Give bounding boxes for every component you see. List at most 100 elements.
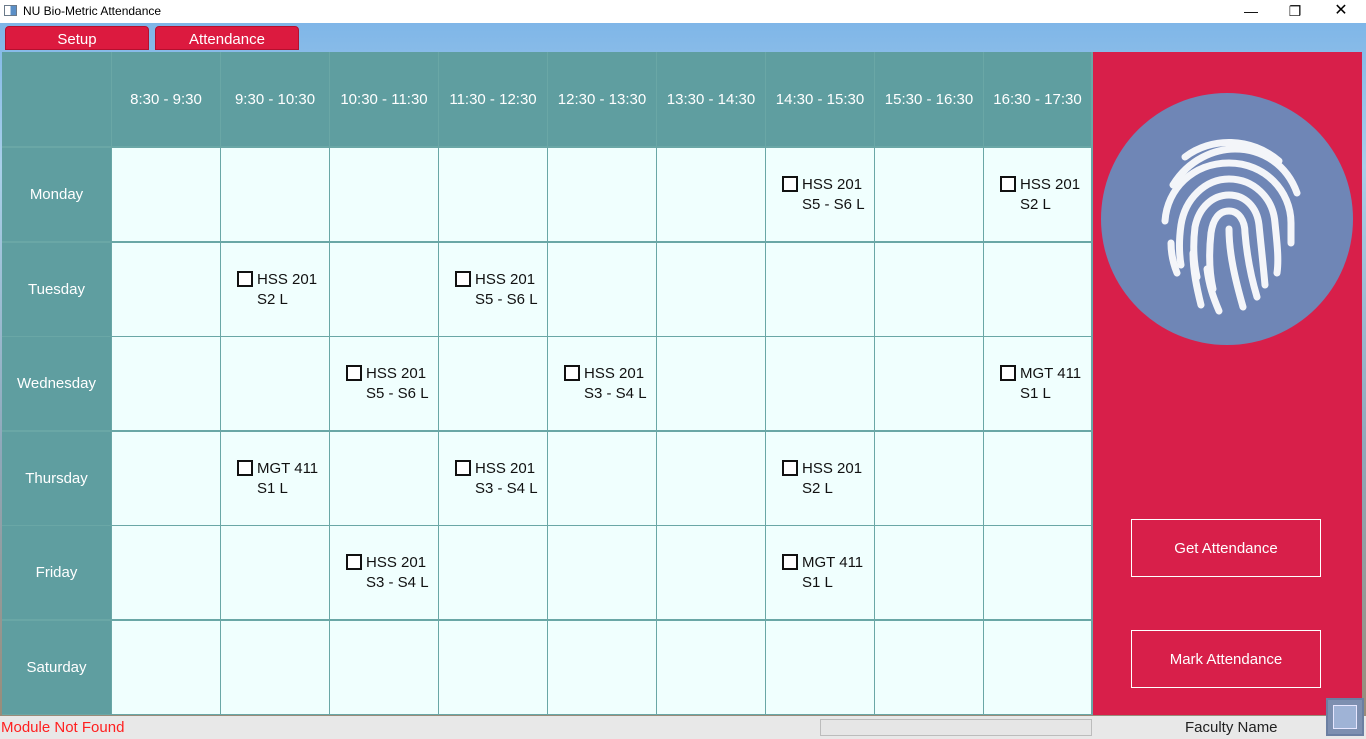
course-section: S2 L [257, 291, 288, 308]
timetable-cell: HSS 201 S5 - S6 L [330, 337, 438, 430]
timetable-cell: HSS 201 S3 - S4 L [330, 526, 438, 619]
course-section: S3 - S4 L [584, 385, 647, 402]
class-entry[interactable]: HSS 201 S3 - S4 L [330, 526, 438, 619]
class-entry[interactable]: HSS 201 S2 L [984, 148, 1091, 241]
course-section: S1 L [802, 574, 833, 591]
course-code: MGT 411 [1020, 365, 1082, 382]
course-code: HSS 201 [257, 271, 318, 288]
class-entry[interactable]: HSS 201 S5 - S6 L [766, 148, 874, 241]
time-slot-header: 13:30 - 14:30 [657, 52, 765, 146]
timetable-cell [548, 432, 656, 525]
timetable-cell: HSS 201 S5 - S6 L [766, 148, 874, 241]
timetable-cell [875, 243, 983, 336]
course-code: HSS 201 [366, 554, 427, 571]
time-slot-header: 8:30 - 9:30 [112, 52, 220, 146]
tab-attendance[interactable]: Attendance [155, 26, 299, 50]
class-entry[interactable]: HSS 201 S2 L [766, 432, 874, 525]
restore-button[interactable]: ❐ [1272, 0, 1318, 23]
timetable-cell [766, 337, 874, 430]
class-checkbox[interactable] [455, 271, 471, 287]
class-checkbox[interactable] [782, 460, 798, 476]
app-icon [4, 5, 17, 16]
timetable-cell: MGT 411 S1 L [766, 526, 874, 619]
timetable-cell [439, 621, 547, 714]
class-entry[interactable]: HSS 201 S3 - S4 L [439, 432, 547, 525]
class-entry[interactable]: MGT 411 S1 L [766, 526, 874, 619]
day-label: Tuesday [2, 243, 111, 336]
status-message: Module Not Found [1, 719, 125, 736]
arrow-down-icon [1333, 705, 1357, 729]
class-checkbox[interactable] [237, 460, 253, 476]
timetable-cell [657, 243, 765, 336]
course-section: S3 - S4 L [366, 574, 429, 591]
status-progress-bar [820, 719, 1092, 736]
timetable-cell [875, 337, 983, 430]
timetable-cell [330, 243, 438, 336]
class-checkbox[interactable] [346, 365, 362, 381]
time-slot-header: 9:30 - 10:30 [221, 52, 329, 146]
scroll-down-button[interactable] [1326, 698, 1364, 736]
timetable-cell [221, 621, 329, 714]
timetable-cell: HSS 201 S2 L [766, 432, 874, 525]
mark-attendance-button[interactable]: Mark Attendance [1131, 630, 1321, 688]
timetable-cell: HSS 201 S2 L [984, 148, 1091, 241]
day-label: Wednesday [2, 337, 111, 430]
timetable-cell [875, 148, 983, 241]
timetable-cell [984, 621, 1091, 714]
timetable-cell [548, 148, 656, 241]
timetable-cell [657, 621, 765, 714]
timetable-cell [330, 432, 438, 525]
time-slot-header: 12:30 - 13:30 [548, 52, 656, 146]
timetable-grid: 8:30 - 9:30 9:30 - 10:30 10:30 - 11:30 11:3… [2, 52, 1093, 715]
class-checkbox[interactable] [1000, 365, 1016, 381]
title-bar: NU Bio-Metric Attendance — ❐ ✕ [0, 0, 1366, 23]
timetable-cell [439, 337, 547, 430]
timetable-cell [766, 621, 874, 714]
class-entry[interactable]: HSS 201 S5 - S6 L [330, 337, 438, 430]
timetable-cell [875, 432, 983, 525]
status-bar: Module Not Found Faculty Name [0, 716, 1366, 739]
timetable-cell: MGT 411 S1 L [984, 337, 1091, 430]
class-checkbox[interactable] [1000, 176, 1016, 192]
day-label: Saturday [2, 621, 111, 714]
close-button[interactable]: ✕ [1318, 0, 1364, 23]
timetable-cell [875, 526, 983, 619]
time-slot-header: 10:30 - 11:30 [330, 52, 438, 146]
course-section: S1 L [1020, 385, 1051, 402]
course-code: MGT 411 [802, 554, 864, 571]
class-entry[interactable]: HSS 201 S3 - S4 L [548, 337, 656, 430]
get-attendance-button[interactable]: Get Attendance [1131, 519, 1321, 577]
class-entry[interactable]: HSS 201 S5 - S6 L [439, 243, 547, 336]
timetable-cell: HSS 201 S3 - S4 L [439, 432, 547, 525]
side-panel: Get Attendance Mark Attendance [1093, 52, 1362, 715]
class-checkbox[interactable] [564, 365, 580, 381]
class-checkbox[interactable] [237, 271, 253, 287]
window-title: NU Bio-Metric Attendance [23, 4, 162, 18]
timetable-cell [439, 526, 547, 619]
timetable-cell [657, 432, 765, 525]
tab-setup[interactable]: Setup [5, 26, 149, 50]
class-entry[interactable]: MGT 411 S1 L [221, 432, 329, 525]
course-section: S3 - S4 L [475, 480, 538, 497]
class-entry[interactable]: HSS 201 S2 L [221, 243, 329, 336]
timetable-cell [984, 526, 1091, 619]
class-checkbox[interactable] [455, 460, 471, 476]
timetable-cell: HSS 201 S3 - S4 L [548, 337, 656, 430]
course-code: HSS 201 [1020, 176, 1081, 193]
timetable-cell: MGT 411 S1 L [221, 432, 329, 525]
fingerprint-icon [1101, 93, 1353, 345]
timetable-cell [984, 432, 1091, 525]
timetable-cell [112, 432, 220, 525]
course-code: HSS 201 [366, 365, 427, 382]
timetable-cell [112, 526, 220, 619]
time-slot-header: 11:30 - 12:30 [439, 52, 547, 146]
class-checkbox[interactable] [782, 554, 798, 570]
day-label: Monday [2, 148, 111, 241]
class-entry[interactable]: MGT 411 S1 L [984, 337, 1091, 430]
class-checkbox[interactable] [346, 554, 362, 570]
minimize-button[interactable]: — [1228, 0, 1274, 23]
timetable-cell [766, 243, 874, 336]
class-checkbox[interactable] [782, 176, 798, 192]
timetable-cell [330, 148, 438, 241]
time-slot-header: 16:30 - 17:30 [984, 52, 1091, 146]
